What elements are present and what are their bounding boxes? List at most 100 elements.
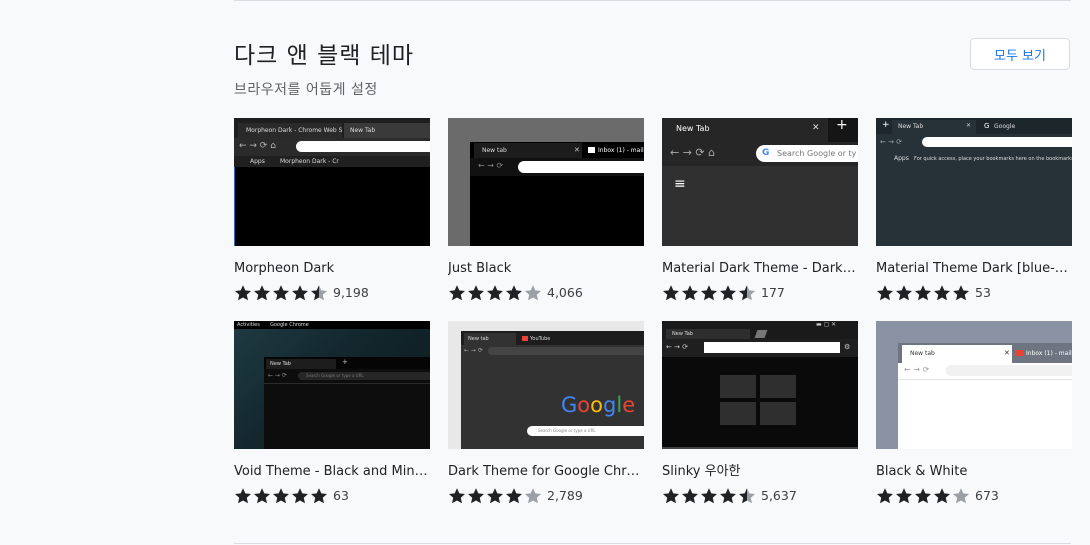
tab-label: New tab — [482, 147, 507, 154]
tab-label: New Tab — [676, 124, 710, 133]
window-controls: ▬ ▢ ✕ — [816, 321, 837, 328]
tab-label: New Tab — [350, 127, 376, 134]
view-all-button[interactable]: 모두 보기 — [970, 38, 1070, 70]
theme-thumbnail: New tab YouTube ← → ⟳ Google Search Goog… — [448, 321, 644, 449]
tab-label: New Tab — [672, 331, 693, 337]
nav-icons: ← → ⟳ — [904, 365, 930, 374]
star-filled-icon — [934, 285, 950, 301]
tab-label: New tab — [910, 350, 935, 357]
bookmark-apps: Apps — [250, 158, 265, 165]
star-filled-icon — [468, 285, 484, 301]
theme-card-black-white[interactable]: New tab ✕ Inbox (1) - mail@ ← → ⟳ Black … — [876, 321, 1072, 504]
star-filled-icon — [877, 488, 893, 504]
star-filled-icon — [235, 285, 251, 301]
theme-card-just-black[interactable]: New tab ✕ Inbox (1) - mail@ ← → ⟳ Just B… — [448, 118, 644, 301]
rating-count: 5,637 — [761, 488, 797, 503]
rating-count: 177 — [761, 285, 785, 300]
search-placeholder: Search Google or type a URL — [306, 373, 364, 378]
theme-card-slinky[interactable]: New Tab ▬ ▢ ✕ ← → ⟳ ⚙ Slinky 우아한 5,637 — [662, 321, 858, 504]
star-empty-icon — [525, 488, 541, 504]
theme-card-material-dark[interactable]: New Tab ✕ + ← → ⟳ ⌂ G Search Google or t… — [662, 118, 858, 301]
star-filled-icon — [487, 488, 503, 504]
nav-icons: ← → ⟳ — [464, 347, 483, 354]
star-filled-icon — [254, 488, 270, 504]
nav-icons: ← → ⟳ — [880, 138, 903, 146]
nav-icons: ← → ⟳ — [666, 343, 689, 351]
star-filled-icon — [701, 488, 717, 504]
theme-rating: 177 — [662, 284, 858, 301]
theme-thumbnail: Activities Google Chrome New Tab + ← → ⟳… — [234, 321, 430, 449]
tab-label: Inbox (1) - mail@ — [598, 147, 644, 154]
gmail-icon — [588, 147, 595, 153]
search-placeholder: Search Google or type a URL — [538, 428, 596, 433]
tab-close-icon: ✕ — [812, 123, 820, 133]
theme-name: Material Dark Theme - Dark C... — [662, 261, 858, 276]
star-filled-icon — [896, 285, 912, 301]
theme-name: Material Theme Dark [blue-gr... — [876, 261, 1072, 276]
rating-stars — [448, 284, 543, 301]
star-filled-icon — [506, 488, 522, 504]
theme-thumbnail: New Tab ✕ + ← → ⟳ ⌂ G Search Google or t… — [662, 118, 858, 246]
theme-name: Slinky 우아한 — [662, 464, 741, 479]
theme-thumbnail: New tab ✕ Inbox (1) - mail@ ← → ⟳ — [876, 321, 1072, 449]
rating-count: 63 — [333, 488, 349, 503]
theme-rating: 673 — [876, 487, 1072, 504]
new-tab-icon: + — [882, 120, 890, 130]
theme-card-morpheon-dark[interactable]: Morpheon Dark - Chrome Web S New Tab ← →… — [234, 118, 430, 301]
theme-name: Dark Theme for Google Chrome — [448, 464, 644, 479]
nav-icons: ← → ⟳ — [268, 372, 287, 379]
google-g-icon: G — [762, 148, 770, 158]
tab-label: YouTube — [530, 336, 551, 342]
divider-bottom — [234, 543, 1071, 544]
google-logo: Google — [561, 393, 636, 417]
rating-stars — [448, 487, 543, 504]
theme-card-material-blue-grey[interactable]: + New Tab ✕ G Google ← → ⟳ Apps For quic… — [876, 118, 1072, 301]
theme-name: Black & White — [876, 464, 968, 479]
star-filled-icon — [720, 285, 736, 301]
theme-thumbnail: Morpheon Dark - Chrome Web S New Tab ← →… — [234, 118, 430, 246]
search-placeholder: Search Google or ty — [777, 149, 857, 158]
star-filled-icon — [273, 488, 289, 504]
star-filled-icon — [235, 488, 251, 504]
star-filled-icon — [468, 488, 484, 504]
tab-label: New Tab — [898, 123, 924, 130]
star-half-icon — [739, 488, 755, 504]
nav-icons: ← → ⟳ — [478, 161, 504, 170]
google-g-icon: G — [984, 122, 990, 130]
rating-stars — [662, 284, 757, 301]
theme-thumbnail: + New Tab ✕ G Google ← → ⟳ Apps For quic… — [876, 118, 1072, 246]
theme-name: Void Theme - Black and Minimal — [234, 464, 430, 479]
star-filled-icon — [663, 285, 679, 301]
bookmark-apps: Apps — [894, 155, 909, 162]
new-tab-icon: + — [342, 358, 348, 366]
star-filled-icon — [254, 285, 270, 301]
theme-thumbnail: New tab ✕ Inbox (1) - mail@ ← → ⟳ — [448, 118, 644, 246]
theme-thumbnail: New Tab ▬ ▢ ✕ ← → ⟳ ⚙ — [662, 321, 858, 449]
section-subtitle: 브라우저를 어둡게 설정 — [234, 82, 378, 98]
tab-label: Inbox (1) - mail@ — [1026, 350, 1072, 357]
divider-top — [234, 0, 1071, 1]
theme-card-void[interactable]: Activities Google Chrome New Tab + ← → ⟳… — [234, 321, 430, 504]
star-filled-icon — [487, 285, 503, 301]
star-filled-icon — [682, 488, 698, 504]
star-filled-icon — [915, 285, 931, 301]
menu-icon: ≡ — [674, 176, 686, 192]
tab-close-icon: ✕ — [1004, 349, 1010, 357]
star-filled-icon — [896, 488, 912, 504]
star-filled-icon — [506, 285, 522, 301]
tab-label: New tab — [468, 336, 489, 342]
rating-stars — [662, 487, 757, 504]
star-filled-icon — [311, 488, 327, 504]
theme-card-dark-theme-google-chrome[interactable]: New tab YouTube ← → ⟳ Google Search Goog… — [448, 321, 644, 504]
tab-label: Google — [994, 123, 1016, 130]
wrench-icon: ⚙ — [844, 343, 851, 351]
star-filled-icon — [682, 285, 698, 301]
theme-rating: 4,066 — [448, 284, 644, 301]
theme-rating: 63 — [234, 487, 430, 504]
rating-stars — [876, 284, 971, 301]
rating-count: 4,066 — [547, 285, 583, 300]
star-filled-icon — [877, 285, 893, 301]
nav-icons: ← → ⟳ ⌂ — [239, 141, 276, 151]
theme-rating: 5,637 — [662, 487, 858, 504]
theme-name: Morpheon Dark — [234, 261, 335, 276]
